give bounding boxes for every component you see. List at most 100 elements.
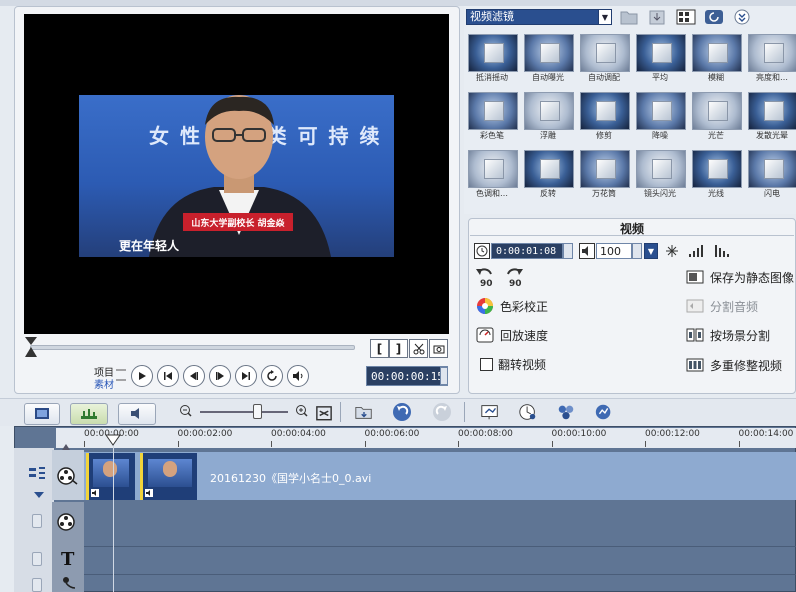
filter-label: 模糊 [708, 73, 724, 82]
zoom-out-icon[interactable] [176, 402, 196, 422]
auto-music-icon[interactable] [518, 402, 538, 422]
scene-split-action[interactable]: 按场景分割 [686, 326, 770, 344]
zoom-slider-thumb[interactable] [253, 404, 262, 419]
save-still-action[interactable]: 保存为静态图像 [686, 268, 794, 286]
save-still-icon [686, 270, 704, 284]
next-frame-button[interactable] [209, 365, 231, 387]
rotate-left-icon[interactable]: 90 [474, 266, 496, 288]
volume-dropdown-button[interactable]: ▼ [644, 243, 658, 259]
multi-trim-action[interactable]: 多重修整视频 [686, 356, 782, 374]
volume-spinner[interactable] [632, 243, 642, 259]
filter-category-dropdown-icon[interactable]: ▼ [598, 9, 612, 25]
go-to-end-button[interactable] [235, 365, 257, 387]
filter-thumbnail[interactable] [468, 92, 518, 130]
expand-chevron-icon[interactable] [734, 9, 750, 25]
filter-thumbnail[interactable] [692, 34, 742, 72]
volume-button[interactable] [287, 365, 309, 387]
redo-icon[interactable] [432, 402, 452, 422]
cut-clip-button[interactable] [409, 339, 428, 358]
cube-preview-icon [540, 43, 560, 63]
duration-spinner[interactable] [563, 243, 573, 259]
voice-track-icon [63, 577, 76, 589]
filter-thumbnail[interactable] [524, 150, 574, 188]
filter-label: 镜头闪光 [644, 189, 676, 198]
cube-preview-icon [652, 43, 672, 63]
filter-thumbnail[interactable] [748, 92, 796, 130]
previous-frame-button[interactable] [183, 365, 205, 387]
go-to-start-button[interactable] [157, 365, 179, 387]
storyboard-icon [35, 408, 49, 419]
toolbar-separator [340, 402, 341, 422]
audio-view-button[interactable] [118, 403, 156, 425]
filter-thumbnail[interactable] [468, 34, 518, 72]
filter-thumbnail[interactable] [580, 150, 630, 188]
filter-thumbnail[interactable] [636, 150, 686, 188]
mark-out-button[interactable]: ] [389, 339, 408, 358]
voice-track-lock-toggle[interactable] [32, 578, 42, 592]
fit-project-icon[interactable] [314, 404, 334, 424]
filter-label: 浮雕 [540, 131, 556, 140]
split-audio-action[interactable]: 分割音频 [686, 297, 758, 315]
title-track-lock-toggle[interactable] [32, 552, 42, 566]
filter-thumbnail[interactable] [692, 92, 742, 130]
repeat-button[interactable] [261, 365, 283, 387]
filter-thumbnail[interactable] [748, 34, 796, 72]
timeline-area [14, 426, 796, 592]
folder-icon[interactable] [620, 9, 638, 25]
filter-thumbnail[interactable] [636, 34, 686, 72]
filter-thumbnail[interactable] [524, 92, 574, 130]
refresh-icon[interactable] [704, 9, 724, 25]
track-manager-icon[interactable] [28, 466, 46, 480]
caption-name-box: 山东大学副校长 胡金焱 [183, 213, 293, 231]
record-capture-icon[interactable] [480, 402, 500, 422]
zoom-slider-track[interactable] [200, 411, 288, 413]
view-options-icon[interactable] [676, 9, 696, 25]
filter-category-select[interactable]: 视频滤镜 [466, 9, 612, 25]
insert-media-icon[interactable] [354, 402, 374, 422]
video-clip-1[interactable] [86, 453, 135, 500]
scrub-track[interactable] [30, 345, 355, 350]
playback-speed-action[interactable]: 回放速度 [476, 326, 548, 344]
camera-icon [433, 345, 444, 353]
video-clip-2[interactable] [140, 453, 197, 500]
cube-preview-icon [596, 43, 616, 63]
fade-out-icon[interactable] [714, 244, 730, 258]
filter-thumbnail[interactable] [692, 150, 742, 188]
filter-thumbnail[interactable] [468, 150, 518, 188]
import-icon[interactable] [648, 9, 666, 25]
track-lock-toggle[interactable] [32, 514, 42, 528]
scene-split-label: 按场景分割 [710, 328, 771, 343]
snapshot-button[interactable] [429, 339, 448, 358]
filter-thumbnail[interactable] [748, 150, 796, 188]
fade-in-icon[interactable] [688, 244, 704, 258]
play-icon [139, 372, 146, 380]
track-collapse-icon[interactable] [34, 492, 44, 498]
duration-field[interactable]: 0:00:01:08 [491, 243, 563, 259]
mark-in-label: [ [376, 341, 383, 356]
volume-field[interactable]: 100 [596, 243, 632, 259]
storyboard-view-button[interactable] [24, 403, 60, 425]
reverse-video-checkbox[interactable] [480, 358, 493, 371]
rotate-right-icon[interactable]: 90 [503, 266, 525, 288]
mute-icon[interactable] [665, 244, 679, 258]
mix-audio-icon[interactable] [594, 402, 614, 422]
filter-label: 自动曝光 [532, 73, 564, 82]
scrub-handle[interactable] [24, 336, 38, 358]
zoom-in-icon[interactable] [292, 402, 312, 422]
filter-thumbnail[interactable] [580, 92, 630, 130]
filter-thumbnail[interactable] [636, 92, 686, 130]
timeline-view-button[interactable] [70, 403, 108, 425]
filter-thumbnail[interactable] [524, 34, 574, 72]
color-correction-action[interactable]: 色彩校正 [476, 297, 548, 315]
timecode-spinner[interactable] [440, 367, 448, 385]
play-button[interactable] [131, 365, 153, 387]
undo-icon[interactable] [392, 402, 412, 422]
reverse-video-option[interactable]: 翻转视频 [480, 356, 546, 373]
clip-mode-label[interactable]: 素材 [94, 376, 114, 391]
filter-label: 色调和… [476, 189, 508, 198]
smart-proxy-icon[interactable] [556, 402, 576, 422]
mark-in-button[interactable]: [ [370, 339, 389, 358]
filter-thumbnail[interactable] [580, 34, 630, 72]
timecode-display[interactable]: 00:00:00:15 [366, 366, 448, 386]
playhead-marker[interactable] [105, 434, 121, 446]
